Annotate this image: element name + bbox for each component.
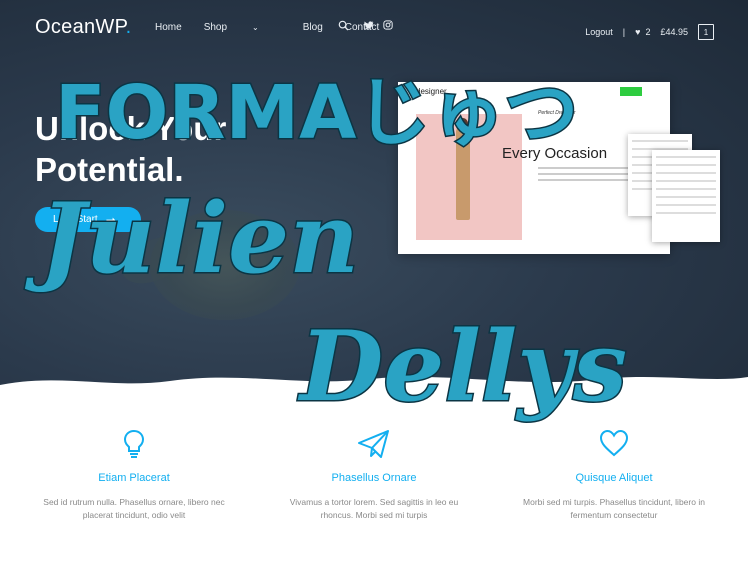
feature-description: Vivamus a tortor lorem. Sed sagittis in …: [289, 497, 459, 520]
feature-column: Quisque Aliquet Morbi sed mi turpis. Pha…: [504, 428, 724, 522]
feature-title: Quisque Aliquet: [575, 472, 653, 484]
watermark-word-1: FORMAじゅつ: [55, 70, 578, 156]
watermark-word-3: Dellys: [297, 310, 627, 423]
watermark-word-2: Julien: [24, 182, 359, 295]
feature-description: Morbi sed mi turpis. Phasellus tincidunt…: [523, 497, 705, 520]
feature-column: Phasellus Ornare Vivamus a tortor lorem.…: [264, 428, 484, 522]
paper-plane-icon: [358, 430, 389, 458]
feature-title: Etiam Placerat: [98, 472, 170, 484]
feature-column: Etiam Placerat Sed id rutrum nulla. Phas…: [24, 428, 244, 522]
lightbulb-icon: [123, 429, 145, 458]
feature-description: Sed id rutrum nulla. Phasellus ornare, l…: [43, 497, 225, 520]
feature-title: Phasellus Ornare: [331, 472, 417, 484]
heart-icon: [599, 429, 629, 457]
